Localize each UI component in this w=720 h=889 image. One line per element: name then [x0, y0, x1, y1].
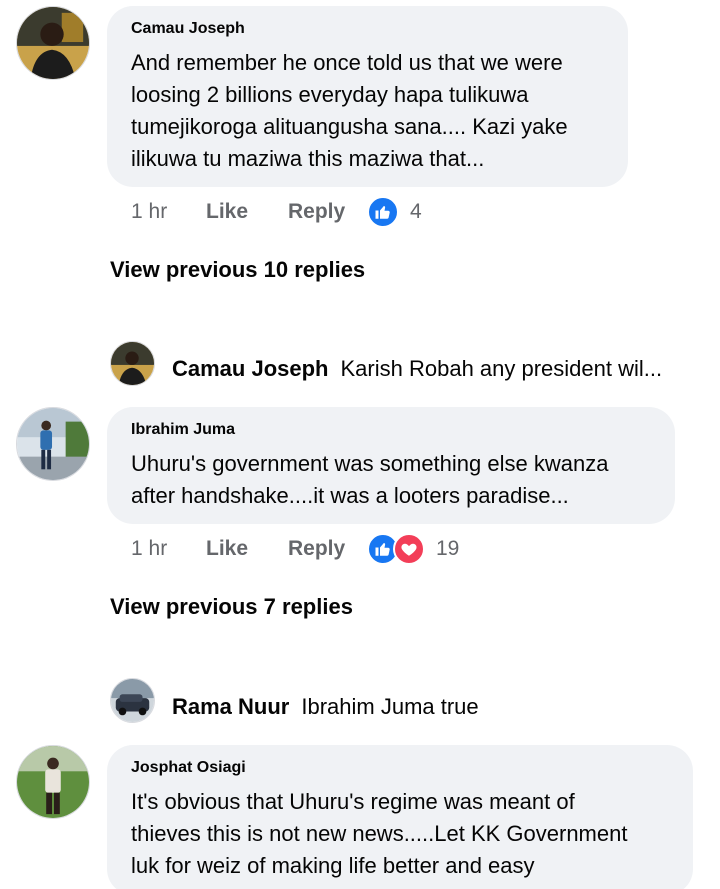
comment-line: tumejikoroga alituangusha sana.... Kazi …: [131, 114, 568, 139]
reply-button[interactable]: Reply: [288, 200, 345, 224]
avatar[interactable]: [16, 745, 90, 819]
comment-line: after handshake....it was a looters para…: [131, 483, 569, 508]
love-icon: [393, 533, 425, 565]
comment-text: And remember he once told us that we wer…: [131, 47, 568, 175]
avatar[interactable]: [110, 341, 155, 386]
reaction-count: 4: [410, 200, 422, 223]
reactions[interactable]: 19: [367, 533, 459, 565]
avatar[interactable]: [110, 678, 155, 723]
comment-text: Uhuru's government was something else kw…: [131, 448, 608, 512]
view-previous-replies-link[interactable]: View previous 7 replies: [110, 594, 353, 620]
comment-text: It's obvious that Uhuru's regime was mea…: [131, 786, 627, 882]
timestamp[interactable]: 1 hr: [131, 537, 167, 561]
profile-photo-icon: [17, 746, 89, 818]
comment-line: luk for weiz of making life better and e…: [131, 853, 535, 878]
avatar[interactable]: [16, 6, 90, 80]
comment-line: loosing 2 billions everyday hapa tulikuw…: [131, 82, 529, 107]
reaction-count: 19: [436, 537, 460, 560]
profile-photo-icon: [111, 679, 154, 722]
view-previous-replies-link[interactable]: View previous 10 replies: [110, 257, 365, 283]
reply-text: Ibrahim Juma true: [301, 694, 479, 719]
comment-line: It's obvious that Uhuru's regime was mea…: [131, 789, 575, 814]
reply-author[interactable]: Camau Joseph: [172, 356, 329, 382]
reply-author[interactable]: Rama Nuur: [172, 694, 289, 720]
timestamp[interactable]: 1 hr: [131, 200, 167, 224]
reply-preview[interactable]: Camau Joseph Karish Robah any president …: [172, 356, 662, 382]
comment-bubble: Camau Joseph And remember he once told u…: [107, 6, 628, 187]
like-button[interactable]: Like: [206, 200, 248, 224]
profile-photo-icon: [17, 7, 89, 79]
profile-photo-icon: [17, 408, 89, 480]
comment-line: ilikuwa tu maziwa this maziwa that...: [131, 146, 485, 171]
comment-actions: 1 hr Like Reply 4: [131, 196, 551, 230]
reply-text: Karish Robah any president wil...: [340, 356, 663, 381]
profile-photo-icon: [111, 342, 154, 385]
comment-line: thieves this is not new news.....Let KK …: [131, 821, 628, 846]
like-button[interactable]: Like: [206, 537, 248, 561]
reply-preview[interactable]: Rama Nuur Ibrahim Juma true: [172, 694, 479, 720]
reactions[interactable]: 4: [367, 196, 422, 228]
avatar[interactable]: [16, 407, 90, 481]
comment-actions: 1 hr Like Reply 19: [131, 533, 551, 567]
comment-author[interactable]: Josphat Osiagi: [131, 759, 246, 777]
comment-author[interactable]: Camau Joseph: [131, 20, 245, 38]
comment-bubble: Ibrahim Juma Uhuru's government was some…: [107, 407, 675, 524]
comment-bubble: Josphat Osiagi It's obvious that Uhuru's…: [107, 745, 693, 889]
comment-author[interactable]: Ibrahim Juma: [131, 421, 235, 439]
comment-line: Uhuru's government was something else kw…: [131, 451, 609, 476]
comment-line: And remember he once told us that we wer…: [131, 50, 563, 75]
like-icon: [367, 196, 399, 228]
reply-button[interactable]: Reply: [288, 537, 345, 561]
